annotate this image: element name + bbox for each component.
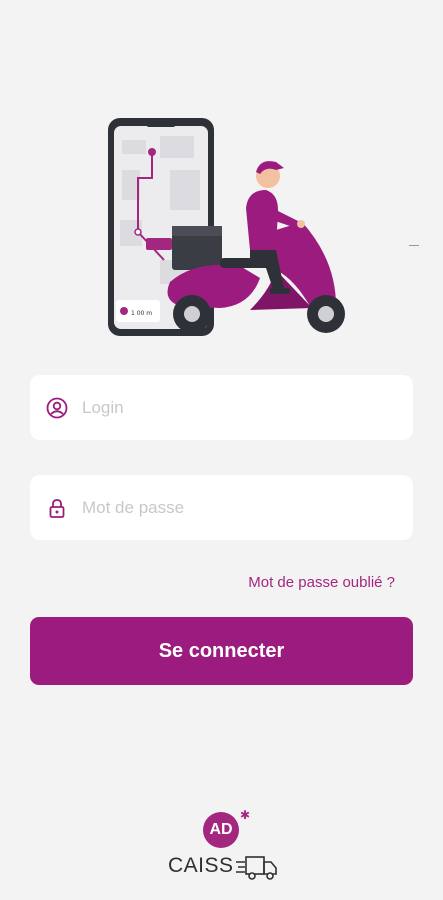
brand-logo: AD ✱ CAISS	[160, 808, 285, 883]
map-distance-label: 1 00 m	[131, 310, 152, 317]
lock-icon	[46, 497, 68, 519]
password-input[interactable]	[82, 497, 382, 518]
login-input[interactable]	[82, 397, 382, 418]
brand-badge: AD	[203, 812, 239, 848]
login-button[interactable]: Se connecter	[30, 617, 413, 685]
delivery-illustration: 1 00 m	[108, 118, 345, 336]
forgot-password-link[interactable]: Mot de passe oublié ?	[248, 574, 395, 591]
user-icon	[46, 397, 68, 419]
password-field[interactable]	[30, 475, 413, 540]
brand-name: CAISS	[168, 854, 234, 877]
truck-icon	[236, 856, 277, 880]
divider-mark	[409, 245, 419, 246]
star-icon: ✱	[240, 808, 251, 822]
login-field[interactable]	[30, 375, 413, 440]
